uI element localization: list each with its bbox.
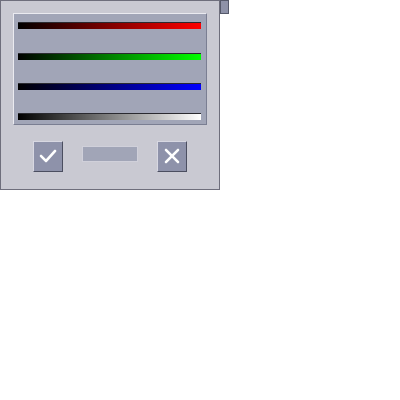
green-channel-slider[interactable] [18, 53, 201, 60]
blue-channel-slider[interactable] [18, 83, 201, 90]
gray-channel-slider[interactable] [18, 113, 201, 120]
checkmark-icon [39, 149, 57, 163]
color-picker-dialog [0, 0, 220, 190]
red-channel-slider[interactable] [18, 22, 201, 29]
ok-button[interactable] [33, 141, 63, 172]
color-slider-panel [13, 13, 207, 125]
cancel-button[interactable] [157, 141, 187, 172]
color-preview-swatch [82, 146, 138, 162]
window-corner-handle[interactable] [220, 0, 229, 14]
close-icon [164, 148, 180, 164]
